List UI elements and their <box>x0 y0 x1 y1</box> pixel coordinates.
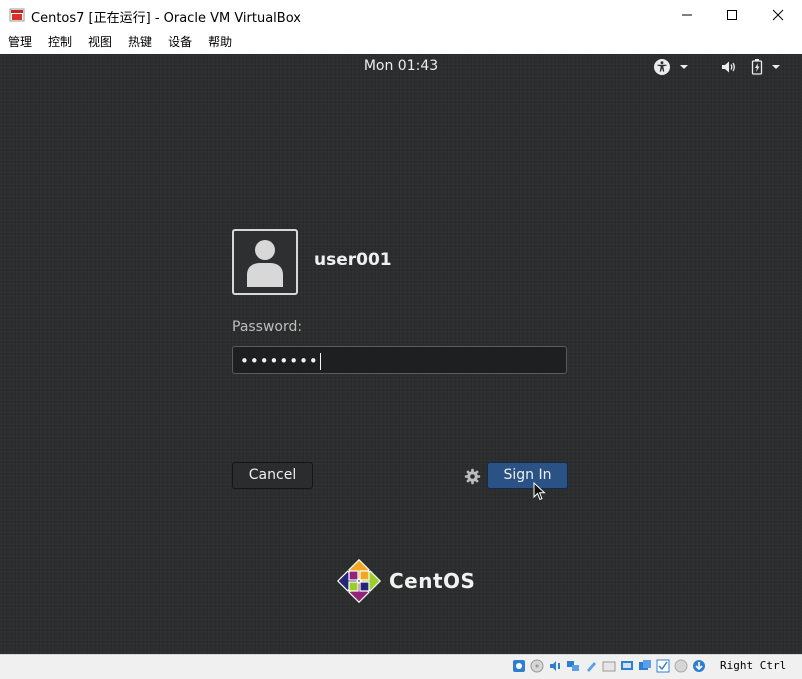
optical-drive-icon[interactable] <box>529 658 545 674</box>
mouse-integration-icon[interactable] <box>655 658 671 674</box>
menu-help[interactable]: 帮助 <box>200 33 238 50</box>
host-key-icon[interactable] <box>691 658 707 674</box>
text-caret <box>319 353 321 370</box>
network-icon[interactable] <box>565 658 581 674</box>
password-value: •••••••• <box>240 352 319 370</box>
centos-logo <box>336 558 382 604</box>
menu-hotkeys[interactable]: 热键 <box>120 33 158 50</box>
window-titlebar[interactable]: Centos7 [正在运行] - Oracle VM VirtualBox <box>0 0 802 31</box>
menu-control[interactable]: 控制 <box>40 33 78 50</box>
battery-icon <box>751 59 763 75</box>
cpu-icon[interactable] <box>673 658 689 674</box>
vm-screen[interactable]: Mon 01:43 user001 Password: •••••••• Can… <box>0 54 802 654</box>
chevron-down-icon <box>772 65 780 69</box>
host-key-label: Right Ctrl <box>720 659 787 672</box>
close-icon <box>772 9 784 21</box>
close-button[interactable] <box>755 0 801 30</box>
mouse-pointer-icon <box>533 481 546 506</box>
password-field[interactable]: •••••••• <box>232 346 567 374</box>
minimize-icon <box>682 14 692 16</box>
maximize-icon <box>727 10 737 20</box>
video-capture-icon[interactable] <box>637 658 653 674</box>
minimize-button[interactable] <box>664 0 710 30</box>
system-menu[interactable] <box>720 58 783 76</box>
usb-icon[interactable] <box>583 658 599 674</box>
menu-devices[interactable]: 设备 <box>160 33 198 50</box>
sign-in-button[interactable]: Sign In <box>487 462 568 489</box>
audio-icon[interactable] <box>547 658 563 674</box>
hard-disk-icon[interactable] <box>511 658 527 674</box>
menu-manage[interactable]: 管理 <box>0 33 38 50</box>
accessibility-menu[interactable] <box>653 58 691 76</box>
password-label: Password: <box>232 319 303 335</box>
gear-icon <box>464 468 481 485</box>
virtualbox-status-bar: Right Ctrl <box>0 654 802 679</box>
shared-folders-icon[interactable] <box>601 658 617 674</box>
menu-view[interactable]: 视图 <box>80 33 118 50</box>
session-settings-button[interactable] <box>464 468 481 485</box>
menu-bar: 管理 控制 视图 热键 设备 帮助 <box>0 30 802 53</box>
user-avatar-icon <box>247 240 283 287</box>
virtualbox-app-icon <box>9 7 25 23</box>
maximize-button[interactable] <box>709 0 755 30</box>
volume-icon <box>722 61 735 73</box>
chevron-down-icon <box>680 65 688 69</box>
accessibility-icon <box>654 59 670 75</box>
login-username: user001 <box>314 250 392 270</box>
cancel-button[interactable]: Cancel <box>232 462 313 489</box>
centos-logo-icon <box>336 558 382 604</box>
display-icon[interactable] <box>619 658 635 674</box>
window-title: Centos7 [正在运行] - Oracle VM VirtualBox <box>31 11 301 26</box>
user-avatar <box>232 229 298 295</box>
centos-logo-text: CentOS <box>389 569 476 593</box>
